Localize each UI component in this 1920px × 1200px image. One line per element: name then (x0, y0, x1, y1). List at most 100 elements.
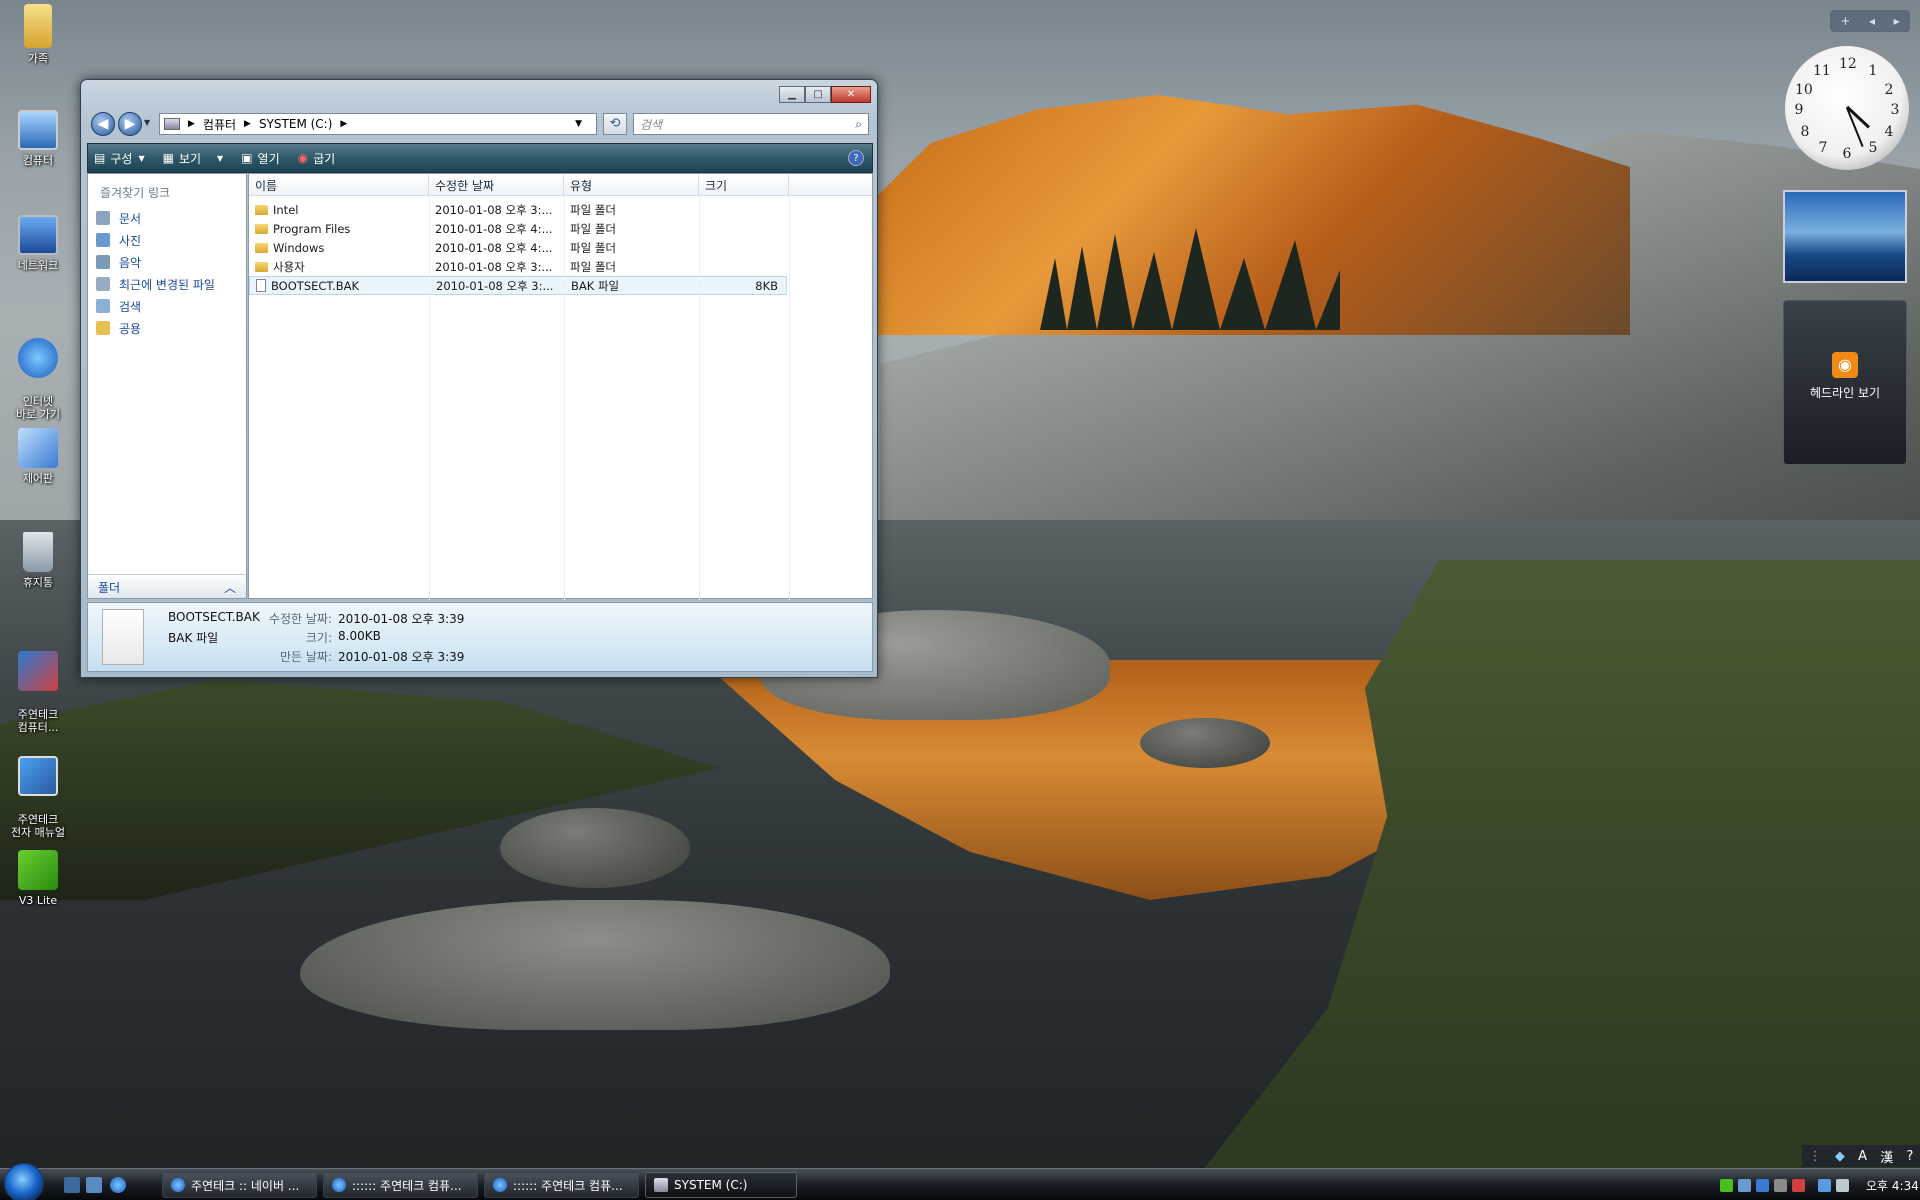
maximize-button[interactable]: □ (805, 86, 831, 103)
taskbar-item[interactable]: :::::: 주연테크 컴퓨... (323, 1172, 478, 1198)
desktop-icon-v3-lite[interactable]: V3 Lite (6, 850, 70, 907)
explorer-window[interactable]: ▁ □ ✕ ◀ ▶ ▼ ▶ 컴퓨터 ▶ SYSTEM (C:) ▶ ▼ ⟲ 검색… (80, 79, 878, 678)
taskbar-item-label: SYSTEM (C:) (674, 1178, 748, 1192)
burn-button[interactable]: ◉ 굽기 (298, 150, 336, 167)
file-row-users[interactable]: 사용자 2010-01-08 오후 3:... 파일 폴더 (249, 257, 872, 276)
gadget-toolbar: + ◂ ▸ (1830, 10, 1910, 32)
file-date: 2010-01-08 오후 4:... (435, 240, 553, 255)
desktop-icon-internet[interactable]: 인터넷 바로 가기 (6, 325, 70, 434)
desktop-icon-computer[interactable]: 컴퓨터 (6, 110, 70, 167)
connection-tray-icon[interactable] (1818, 1178, 1831, 1192)
details-modified-value: 2010-01-08 오후 3:39 (338, 612, 465, 626)
file-row-intel[interactable]: Intel 2010-01-08 오후 3:... 파일 폴더 (249, 200, 872, 219)
column-header-date[interactable]: 수정한 날짜 (429, 174, 564, 195)
open-icon: ▣ (241, 151, 253, 165)
show-desktop-icon[interactable] (64, 1177, 80, 1193)
clock-gadget[interactable]: 12 1 2 3 4 5 6 7 8 9 10 11 (1785, 46, 1909, 170)
network-tray-icon[interactable] (1738, 1178, 1751, 1192)
nav-item-recent[interactable]: 최근에 변경된 파일 (88, 273, 246, 295)
column-header-name[interactable]: 이름 (249, 174, 429, 195)
security-tray-icon[interactable] (1792, 1178, 1805, 1192)
internet-explorer-icon[interactable] (110, 1177, 126, 1193)
file-row-program-files[interactable]: Program Files 2010-01-08 오후 4:... 파일 폴더 (249, 219, 872, 238)
taskbar-clock[interactable]: 오후 4:34 (1866, 1177, 1919, 1194)
organize-button[interactable]: ▤ 구성 ▼ (94, 150, 145, 167)
views-button[interactable]: ▦ 보기 ▼ (163, 150, 224, 167)
taskbar-item-label: :::::: 주연테크 컴퓨... (513, 1178, 623, 1193)
file-row-windows[interactable]: Windows 2010-01-08 오후 4:... 파일 폴더 (249, 238, 872, 257)
search-input[interactable]: 검색 ⌕ (633, 113, 869, 135)
switch-windows-icon[interactable] (86, 1177, 102, 1193)
file-row-bootsect[interactable]: BOOTSECT.BAK 2010-01-08 오후 3:... BAK 파일 … (249, 276, 787, 295)
minimize-button[interactable]: ▁ (779, 86, 805, 103)
folder-icon (255, 261, 268, 272)
file-name: Program Files (273, 221, 351, 236)
address-dropdown-icon[interactable]: ▼ (575, 119, 582, 129)
hanja-button[interactable]: 漢 (1880, 1147, 1893, 1166)
add-gadget-button[interactable]: + (1840, 14, 1850, 28)
nav-item-pictures[interactable]: 사진 (88, 229, 246, 251)
refresh-button[interactable]: ⟲ (603, 113, 627, 135)
burn-label: 굽기 (313, 151, 336, 166)
volume-icon[interactable] (1836, 1178, 1849, 1192)
feed-label: 헤드라인 보기 (1809, 386, 1881, 400)
column-header-size[interactable]: 크기 (699, 174, 789, 195)
slideshow-gadget[interactable] (1783, 190, 1907, 283)
input-method-icon[interactable]: ◆ (1835, 1149, 1845, 1164)
gadget-next-icon[interactable]: ▸ (1894, 14, 1900, 28)
nav-item-search[interactable]: 검색 (88, 295, 246, 317)
desktop-icon-label: 가족 (27, 52, 49, 65)
help-button[interactable]: ? (848, 150, 864, 166)
nav-item-public[interactable]: 공용 (88, 317, 246, 339)
chevron-right-icon: ▶ (340, 119, 348, 129)
back-button[interactable]: ◀ (91, 112, 115, 136)
language-help-button[interactable]: ? (1906, 1149, 1913, 1164)
address-bar[interactable]: ▶ 컴퓨터 ▶ SYSTEM (C:) ▶ ▼ (159, 113, 597, 135)
desktop-icon-control-panel[interactable]: 제어판 (6, 428, 70, 485)
desktop-icon-recycle-bin[interactable]: 휴지통 (6, 532, 70, 589)
details-size-label: 크기: (305, 631, 332, 645)
open-button[interactable]: ▣ 열기 (241, 150, 279, 167)
title-bar[interactable]: ▁ □ ✕ (81, 80, 877, 110)
monitor-tray-icon[interactable] (1756, 1178, 1769, 1192)
organize-label: 구성 (110, 151, 133, 166)
input-mode-button[interactable]: A (1858, 1149, 1867, 1164)
desktop-icon-label: 컴퓨터 (22, 154, 54, 167)
column-header-type[interactable]: 유형 (564, 174, 699, 195)
taskbar-item-active[interactable]: SYSTEM (C:) (645, 1172, 797, 1198)
search-icon[interactable]: ⌕ (855, 117, 862, 132)
nav-item-documents[interactable]: 문서 (88, 207, 246, 229)
feed-headlines-gadget[interactable]: ◉ 헤드라인 보기 (1783, 300, 1907, 465)
desktop-icon-label: 제어판 (22, 472, 54, 485)
close-button[interactable]: ✕ (831, 86, 871, 103)
details-created-value: 2010-01-08 오후 3:39 (338, 650, 465, 664)
v3-tray-icon[interactable] (1720, 1178, 1733, 1192)
forward-button[interactable]: ▶ (118, 112, 142, 136)
taskbar-item[interactable]: 주연테크 :: 네이버 ... (162, 1172, 317, 1198)
drive-icon (164, 118, 180, 130)
taskbar: 주연테크 :: 네이버 ... :::::: 주연테크 컴퓨... ::::::… (0, 1163, 1920, 1200)
desktop-icon-jooyontech-help[interactable]: 주연테크 컴퓨터... (6, 638, 70, 747)
desktop-icon-family[interactable]: 가족 (6, 4, 70, 65)
desktop-icon-network[interactable]: 네트워크 (6, 215, 70, 272)
taskbar-item[interactable]: :::::: 주연테크 컴퓨... (484, 1172, 639, 1198)
device-tray-icon[interactable] (1774, 1178, 1787, 1192)
breadcrumb-computer[interactable]: 컴퓨터 (203, 116, 236, 133)
start-button[interactable] (4, 1163, 44, 1200)
nav-item-music[interactable]: 음악 (88, 251, 246, 273)
clock-number: 5 (1868, 140, 1878, 156)
internet-explorer-icon (171, 1178, 185, 1192)
navigation-pane: 즐겨찾기 링크 문서 사진 음악 최근에 변경된 파일 검색 공용 폴더 ︿ (87, 173, 247, 599)
breadcrumb-system-drive[interactable]: SYSTEM (C:) (259, 117, 332, 131)
desktop-icon-jooyontech-manual[interactable]: 주연테크 전자 매뉴얼 (6, 743, 70, 852)
desktop-icon-label: 인터넷 바로 가기 (16, 395, 60, 421)
clock-number: 4 (1884, 124, 1894, 140)
file-list[interactable]: 이름 수정한 날짜 유형 크기 Intel 2010-01-08 오후 3:..… (248, 173, 873, 600)
address-row: ◀ ▶ ▼ ▶ 컴퓨터 ▶ SYSTEM (C:) ▶ ▼ ⟲ 검색 ⌕ (89, 110, 869, 138)
file-icon (256, 278, 266, 292)
burn-disc-icon: ◉ (297, 151, 309, 165)
recent-pages-dropdown[interactable]: ▼ (144, 118, 150, 127)
folders-toggle[interactable]: 폴더 ︿ (88, 574, 246, 598)
manual-icon (18, 756, 58, 796)
gadget-prev-icon[interactable]: ◂ (1869, 14, 1875, 28)
